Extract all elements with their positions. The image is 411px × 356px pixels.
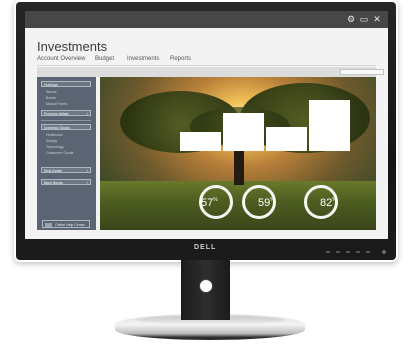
sidebar-group-label: Holdings — [44, 83, 58, 87]
chevron-right-icon: › — [86, 111, 88, 116]
monitor-button-3[interactable] — [346, 251, 350, 253]
sidebar-item-energy[interactable]: Energy — [46, 139, 57, 143]
bar-1[interactable] — [180, 132, 221, 151]
settings-icon[interactable]: ⚙ — [346, 14, 356, 24]
search-input[interactable] — [340, 68, 384, 75]
sidebar-item-bonds[interactable]: Bonds — [46, 96, 56, 100]
power-button[interactable] — [382, 250, 386, 254]
bar-chart — [180, 97, 350, 151]
dashboard-background-photo: 57% 59% 82% — [100, 77, 376, 230]
page-title: Investments — [37, 39, 108, 54]
dropdown-label: Bank Bonds — [44, 181, 63, 185]
cable-hole — [199, 279, 213, 293]
gauge-value-3: 82% — [320, 197, 337, 209]
screen: ⚙ ▭ ✕ Investments Account Overview Budge… — [25, 11, 388, 239]
monitor-button-4[interactable] — [356, 251, 360, 253]
sidebar-dropdown-precious-metals[interactable]: Precious Metals › — [41, 110, 91, 116]
dell-logo: DELL — [194, 244, 217, 251]
monitor-button-2[interactable] — [336, 251, 340, 253]
sidebar-group-holdings[interactable]: Holdings — [41, 81, 91, 87]
nav-divider — [37, 65, 376, 66]
gauge-value-1: 57% — [201, 197, 218, 209]
maximize-icon[interactable]: ▭ — [359, 14, 369, 24]
close-icon[interactable]: ✕ — [372, 14, 382, 24]
sidebar-section-domestic-stocks[interactable]: Domestic Stocks — [41, 124, 91, 130]
sidebar-dropdown-real-estate[interactable]: Real Estate › — [41, 167, 91, 173]
dropdown-label: Real Estate — [44, 169, 63, 173]
sidebar-item-stocks[interactable]: Stocks — [46, 90, 57, 94]
help-center-label: Online Help Center — [55, 223, 85, 227]
sidebar: Holdings Stocks Bonds Mutual Funds Preci… — [37, 77, 96, 230]
search-bar — [37, 67, 384, 77]
dropdown-label: Precious Metals — [44, 112, 69, 116]
sidebar-item-technology[interactable]: Technology — [46, 145, 64, 149]
bar-4[interactable] — [309, 100, 350, 151]
bar-3[interactable] — [266, 127, 307, 151]
sidebar-item-mutual-funds[interactable]: Mutual Funds — [46, 102, 67, 106]
sidebar-item-healthcare[interactable]: Healthcare — [46, 133, 63, 137]
chevron-right-icon: › — [86, 180, 88, 185]
section-label: Domestic Stocks — [44, 126, 71, 130]
window-titlebar: ⚙ ▭ ✕ — [25, 11, 388, 28]
nav-budget[interactable]: Budget — [95, 56, 114, 62]
help-center-button[interactable]: Online Help Center — [42, 220, 90, 228]
nav-reports[interactable]: Reports — [170, 56, 191, 62]
bar-2[interactable] — [223, 113, 264, 151]
sidebar-divider — [41, 120, 91, 121]
monitor-button-1[interactable] — [326, 251, 330, 253]
nav-investments[interactable]: Investments — [127, 56, 159, 62]
sidebar-dropdown-bank-bonds[interactable]: Bank Bonds › — [41, 179, 91, 185]
gauge-value-2: 59% — [258, 197, 275, 209]
monitor-button-5[interactable] — [366, 251, 370, 253]
nav-account-overview[interactable]: Account Overview — [37, 56, 85, 62]
chevron-right-icon: › — [86, 168, 88, 173]
help-icon — [45, 222, 52, 227]
sidebar-item-consumer-goods[interactable]: Consumer Goods — [46, 151, 73, 155]
